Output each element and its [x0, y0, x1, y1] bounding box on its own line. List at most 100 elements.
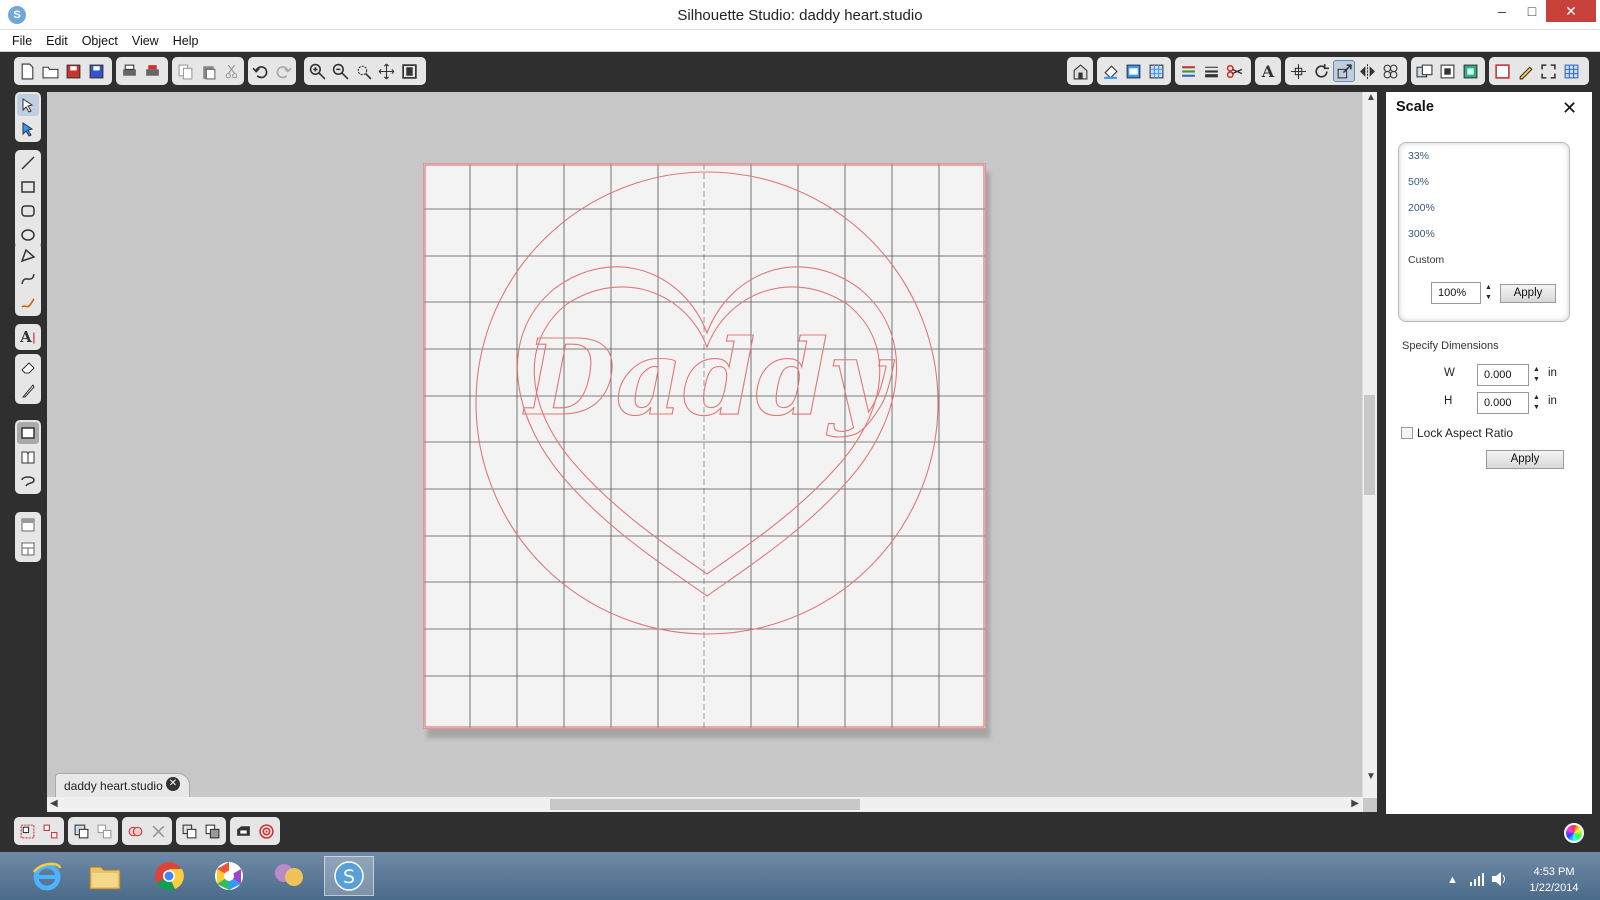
preset-300-percent[interactable]: 300%	[1408, 228, 1435, 240]
network-icon[interactable]	[1469, 872, 1485, 889]
registration-marks-icon[interactable]	[255, 820, 277, 842]
save-to-library-icon[interactable]	[85, 60, 107, 82]
zoom-select-icon[interactable]	[352, 60, 374, 82]
menu-edit[interactable]: Edit	[39, 30, 75, 48]
pan-icon[interactable]	[375, 60, 397, 82]
new-document-icon[interactable]	[16, 60, 38, 82]
minimize-button[interactable]: –	[1486, 0, 1518, 22]
width-input[interactable]: 0.000	[1477, 364, 1529, 386]
rectangle-tool-icon[interactable]	[17, 176, 39, 198]
width-down-icon[interactable]: ▼	[1533, 376, 1540, 383]
redo-icon[interactable]	[273, 60, 295, 82]
show-panel-top-icon[interactable]	[17, 514, 39, 536]
align-icon[interactable]	[1287, 60, 1309, 82]
curve-tool-icon[interactable]	[17, 268, 39, 290]
chrome-icon[interactable]	[144, 856, 194, 896]
trace-icon[interactable]	[1459, 60, 1481, 82]
cut-icon[interactable]	[220, 60, 242, 82]
file-explorer-icon[interactable]	[80, 856, 130, 896]
fit-to-page-icon[interactable]	[398, 60, 420, 82]
select-tool-icon[interactable]	[17, 94, 39, 116]
mirror-icon[interactable]	[1356, 60, 1378, 82]
scroll-left-icon[interactable]: ◀	[50, 798, 58, 809]
rounded-rectangle-tool-icon[interactable]	[17, 200, 39, 222]
duplicate-icon[interactable]	[178, 820, 200, 842]
copy-icon[interactable]	[174, 60, 196, 82]
zoom-in-icon[interactable]	[306, 60, 328, 82]
text-style-icon[interactable]: A	[1257, 60, 1279, 82]
clock-time[interactable]: 4:53 PM	[1526, 866, 1582, 878]
send-to-silhouette-icon[interactable]	[232, 820, 254, 842]
color-wheel-icon[interactable]	[1564, 823, 1584, 843]
clock-date[interactable]: 1/22/2014	[1526, 882, 1582, 894]
open-folder-icon[interactable]	[39, 60, 61, 82]
show-hidden-icons-icon[interactable]: ▲	[1447, 874, 1458, 886]
width-up-icon[interactable]: ▲	[1533, 366, 1540, 373]
library-view-icon[interactable]	[17, 446, 39, 468]
grid-settings-icon[interactable]	[1145, 60, 1167, 82]
height-down-icon[interactable]: ▼	[1533, 404, 1540, 411]
picasa-icon[interactable]	[204, 856, 254, 896]
cut-mat-view-icon[interactable]	[17, 422, 39, 444]
offset-icon[interactable]	[1436, 60, 1458, 82]
cut-border-icon[interactable]	[1491, 60, 1513, 82]
line-tool-icon[interactable]	[17, 152, 39, 174]
close-tab-icon[interactable]: ✕	[166, 777, 180, 791]
zoom-out-icon[interactable]	[329, 60, 351, 82]
silhouette-studio-taskbar-icon[interactable]: S	[324, 856, 374, 896]
replicate-icon[interactable]	[1379, 60, 1401, 82]
volume-icon[interactable]	[1490, 871, 1508, 890]
lock-aspect-checkbox[interactable]	[1401, 427, 1413, 439]
make-compound-path-icon[interactable]	[70, 820, 92, 842]
sketch-icon[interactable]	[1514, 60, 1536, 82]
print-icon[interactable]	[118, 60, 140, 82]
custom-scale-input[interactable]: 100%	[1431, 282, 1481, 304]
freehand-tool-icon[interactable]	[17, 292, 39, 314]
show-panel-split-icon[interactable]	[17, 538, 39, 560]
apply-scale-button[interactable]: Apply	[1500, 284, 1556, 303]
apply-dimensions-button[interactable]: Apply	[1486, 450, 1564, 469]
store-view-icon[interactable]	[17, 470, 39, 492]
paste-icon[interactable]	[197, 60, 219, 82]
release-compound-path-icon[interactable]	[93, 820, 115, 842]
daddy-script-text[interactable]: Daddy	[522, 315, 896, 439]
rotate-icon[interactable]	[1310, 60, 1332, 82]
delete-icon[interactable]	[147, 820, 169, 842]
preset-custom[interactable]: Custom	[1408, 254, 1444, 266]
menu-object[interactable]: Object	[75, 30, 125, 48]
custom-scale-down-icon[interactable]: ▼	[1485, 294, 1492, 301]
line-color-icon[interactable]	[1177, 60, 1199, 82]
modify-icon[interactable]	[1413, 60, 1435, 82]
custom-scale-up-icon[interactable]: ▲	[1485, 284, 1492, 291]
fullscreen-icon[interactable]	[1537, 60, 1559, 82]
internet-explorer-icon[interactable]	[22, 856, 72, 896]
cut-settings-icon[interactable]	[1223, 60, 1245, 82]
eraser-tool-icon[interactable]	[17, 356, 39, 378]
preset-50-percent[interactable]: 50%	[1408, 176, 1429, 188]
edit-points-tool-icon[interactable]	[17, 118, 39, 140]
scroll-down-icon[interactable]: ▼	[1366, 771, 1376, 782]
cutting-mat[interactable]: Daddy	[423, 163, 986, 729]
ungroup-icon[interactable]	[39, 820, 61, 842]
vertical-scroll-thumb[interactable]	[1364, 395, 1375, 495]
close-window-button[interactable]: ✕	[1546, 0, 1596, 22]
table-grid-icon[interactable]	[1560, 60, 1582, 82]
polygon-tool-icon[interactable]	[17, 244, 39, 266]
scroll-up-icon[interactable]: ▲	[1366, 92, 1376, 103]
close-panel-icon[interactable]: ✕	[1562, 98, 1577, 119]
text-tool-icon[interactable]: A |	[17, 326, 39, 348]
menu-file[interactable]: File	[5, 30, 39, 48]
fill-color-icon[interactable]	[1099, 60, 1121, 82]
knife-tool-icon[interactable]	[17, 380, 39, 402]
scroll-right-icon[interactable]: ▶	[1351, 798, 1359, 809]
online-store-icon[interactable]	[1069, 60, 1091, 82]
arrange-icon[interactable]	[201, 820, 223, 842]
weld-icon[interactable]	[124, 820, 146, 842]
height-input[interactable]: 0.000	[1477, 392, 1529, 414]
preset-200-percent[interactable]: 200%	[1408, 202, 1435, 214]
page-settings-icon[interactable]	[1122, 60, 1144, 82]
maximize-button[interactable]: □	[1516, 0, 1548, 22]
line-style-icon[interactable]	[1200, 60, 1222, 82]
group-icon[interactable]	[16, 820, 38, 842]
height-up-icon[interactable]: ▲	[1533, 394, 1540, 401]
